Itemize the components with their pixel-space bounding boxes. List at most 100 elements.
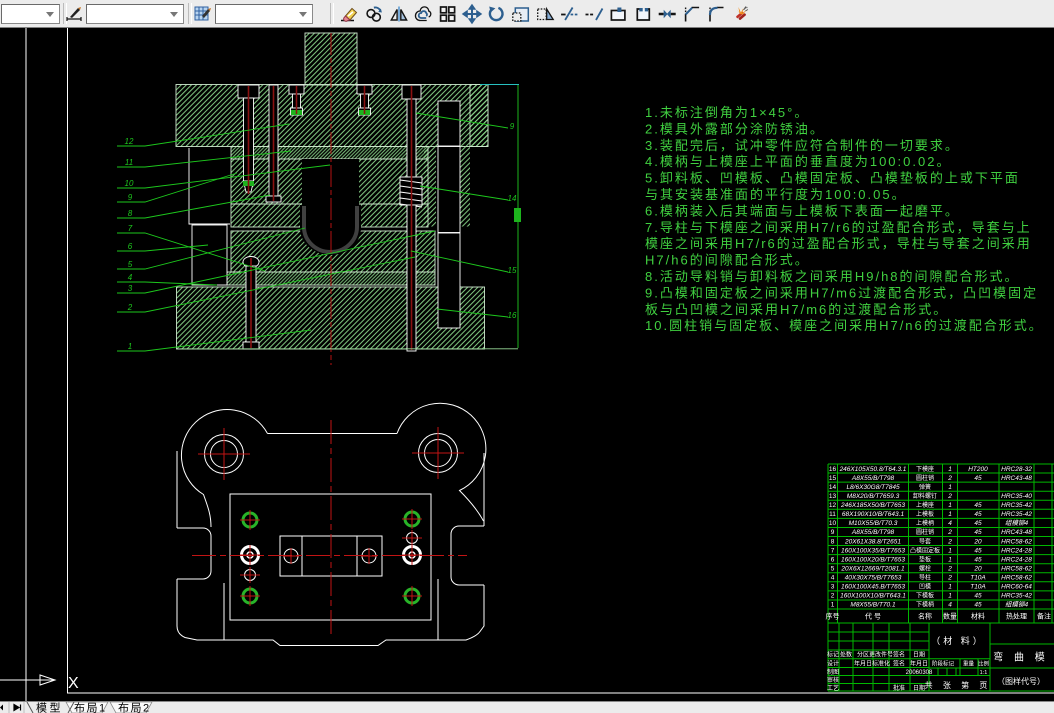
svg-text:卸料螺钉: 卸料螺钉: [913, 492, 937, 500]
svg-text:模型: 模型: [36, 702, 63, 713]
svg-text:4: 4: [948, 520, 952, 527]
svg-text:HRC24-28: HRC24-28: [1001, 547, 1032, 554]
svg-text:下模座: 下模座: [916, 465, 934, 473]
svg-text:4: 4: [831, 575, 835, 582]
svg-text:1: 1: [831, 602, 835, 609]
svg-text:2: 2: [947, 575, 952, 582]
svg-text:T10A: T10A: [970, 584, 986, 591]
svg-text:更改件号: 更改件号: [869, 651, 893, 659]
svg-text:13: 13: [829, 493, 837, 500]
svg-text:1:1: 1:1: [980, 670, 988, 676]
svg-text:板与凸凹模之间采用H7/m6的过渡配合形式。: 板与凸凹模之间采用H7/m6的过渡配合形式。: [645, 302, 948, 317]
svg-text:HT200: HT200: [968, 466, 988, 473]
svg-text:4.模柄与上模座上平面的垂直度为100:0.02。: 4.模柄与上模座上平面的垂直度为100:0.02。: [645, 154, 951, 169]
svg-text:（材 料）: （材 料）: [931, 635, 985, 646]
svg-text:5: 5: [831, 566, 835, 573]
svg-text:标准化: 标准化: [872, 660, 890, 668]
svg-text:上模板: 上模板: [916, 510, 934, 518]
svg-text:9.凸模和固定板之间采用H7/m6过渡配合形式，凸凹模固定: 9.凸模和固定板之间采用H7/m6过渡配合形式，凸凹模固定: [645, 285, 1038, 300]
svg-text:HRC58-62: HRC58-62: [1001, 566, 1032, 573]
svg-text:HRC58-62: HRC58-62: [1001, 538, 1032, 545]
svg-text:2: 2: [947, 566, 952, 573]
svg-text:T10A: T10A: [970, 575, 986, 582]
svg-text:年月日: 年月日: [854, 660, 872, 668]
svg-text:共 张 第 页: 共 张 第 页: [925, 680, 992, 690]
svg-text:6: 6: [831, 556, 835, 563]
svg-text:HRC58-62: HRC58-62: [1001, 575, 1032, 582]
svg-text:45: 45: [974, 602, 982, 609]
svg-text:9: 9: [128, 193, 133, 202]
svg-text:8: 8: [128, 209, 133, 218]
svg-text:16: 16: [508, 311, 517, 320]
svg-text:弹簧: 弹簧: [919, 483, 931, 491]
svg-text:M8X55/B/T70.1: M8X55/B/T70.1: [850, 602, 896, 609]
svg-text:HRC24-28: HRC24-28: [1001, 556, 1032, 563]
svg-text:1: 1: [948, 547, 952, 554]
svg-text:批准: 批准: [893, 684, 905, 692]
svg-text:上模柄: 上模柄: [916, 519, 934, 527]
svg-text:3: 3: [831, 584, 835, 591]
svg-text:45: 45: [974, 520, 982, 527]
svg-text:M10X55/B/T70.3: M10X55/B/T70.3: [849, 520, 898, 527]
svg-text:16: 16: [829, 466, 837, 473]
svg-text:1.未标注倒角为1×45°。: 1.未标注倒角为1×45°。: [645, 105, 809, 120]
svg-text:2: 2: [127, 303, 133, 312]
svg-text:日期: 日期: [913, 684, 925, 692]
svg-text:5.卸料板、凹模板、凸模固定板、凸模垫板的上或下平面: 5.卸料板、凹模板、凸模固定板、凸模垫板的上或下平面: [645, 171, 1020, 186]
svg-text:布局2: 布局2: [118, 702, 151, 713]
svg-text:20: 20: [973, 538, 982, 545]
svg-text:上模座: 上模座: [916, 501, 934, 509]
svg-text:A8X55/B/T798: A8X55/B/T798: [851, 475, 895, 482]
svg-text:11: 11: [829, 511, 836, 518]
svg-text:2: 2: [947, 475, 952, 482]
svg-text:签名: 签名: [893, 660, 905, 668]
svg-text:1: 1: [948, 556, 952, 563]
svg-text:15: 15: [508, 266, 517, 275]
svg-text:下模柄: 下模柄: [916, 601, 934, 609]
svg-text:12: 12: [829, 502, 837, 509]
svg-text:20X6X12669/T2081.1: 20X6X12669/T2081.1: [840, 566, 905, 573]
svg-text:1: 1: [948, 502, 952, 509]
svg-text:40X30X75/B/T7653: 40X30X75/B/T7653: [845, 575, 902, 582]
svg-text:模座之间采用H7/r6的过盈配合形式，导柱与导套之间采用: 模座之间采用H7/r6的过盈配合形式，导柱与导套之间采用: [645, 236, 1032, 251]
svg-text:设计: 设计: [827, 660, 839, 668]
svg-text:20060308: 20060308: [906, 670, 933, 676]
svg-text:1: 1: [948, 511, 952, 518]
svg-text:45: 45: [974, 529, 982, 536]
svg-text:H7/h6的间隙配合形式。: H7/h6的间隙配合形式。: [645, 253, 810, 268]
svg-text:160X100X45.B/T7653: 160X100X45.B/T7653: [841, 584, 905, 591]
svg-text:HRC43-48: HRC43-48: [1001, 529, 1032, 536]
svg-text:14: 14: [829, 484, 837, 491]
svg-text:20X61X38.8/T2651: 20X61X38.8/T2651: [844, 538, 901, 545]
svg-text:9: 9: [831, 529, 835, 536]
svg-text:11: 11: [125, 158, 133, 167]
svg-text:8.活动导料销与卸料板之间采用H9/h8的间隙配合形式。: 8.活动导料销与卸料板之间采用H9/h8的间隙配合形式。: [645, 269, 1020, 284]
svg-text:10: 10: [829, 520, 837, 527]
svg-text:3.装配完后，试冲零件应符合制件的一切要求。: 3.装配完后，试冲零件应符合制件的一切要求。: [645, 138, 960, 153]
svg-text:审核: 审核: [827, 676, 839, 684]
svg-text:圆柱销: 圆柱销: [916, 474, 934, 482]
svg-text:10.圆柱销与固定板、模座之间采用H7/n6的过渡配合形式。: 10.圆柱销与固定板、模座之间采用H7/n6的过渡配合形式。: [645, 318, 1044, 333]
svg-text:下模板: 下模板: [916, 592, 934, 600]
svg-text:246X105X50.8/T64.3.1: 246X105X50.8/T64.3.1: [839, 466, 907, 473]
svg-text:A8X55/B/T798: A8X55/B/T798: [851, 529, 895, 536]
svg-text:20: 20: [973, 566, 982, 573]
svg-text:4: 4: [948, 602, 952, 609]
svg-text:HRC35-42: HRC35-42: [1001, 502, 1032, 509]
svg-text:凹模: 凹模: [919, 583, 931, 591]
svg-text:L8/6X30G8/T7845: L8/6X30G8/T7845: [846, 484, 900, 491]
svg-text:弯 曲 模: 弯 曲 模: [993, 651, 1049, 664]
svg-text:垫板: 垫板: [919, 555, 931, 563]
svg-text:3: 3: [128, 284, 133, 293]
svg-text:圆柱销: 圆柱销: [916, 528, 934, 536]
svg-text:工艺: 工艺: [827, 684, 839, 692]
svg-text:年月日: 年月日: [910, 660, 928, 668]
svg-text:45: 45: [974, 547, 982, 554]
svg-text:1: 1: [948, 466, 952, 473]
svg-text:2.模具外露部分涂防锈油。: 2.模具外露部分涂防锈油。: [645, 121, 825, 136]
svg-text:螺栓: 螺栓: [919, 565, 931, 573]
svg-text:签名: 签名: [893, 651, 905, 659]
svg-text:代 号: 代 号: [865, 612, 881, 621]
svg-text:68X190X10/B/T643.1: 68X190X10/B/T643.1: [842, 511, 905, 518]
svg-text:9: 9: [510, 122, 515, 131]
